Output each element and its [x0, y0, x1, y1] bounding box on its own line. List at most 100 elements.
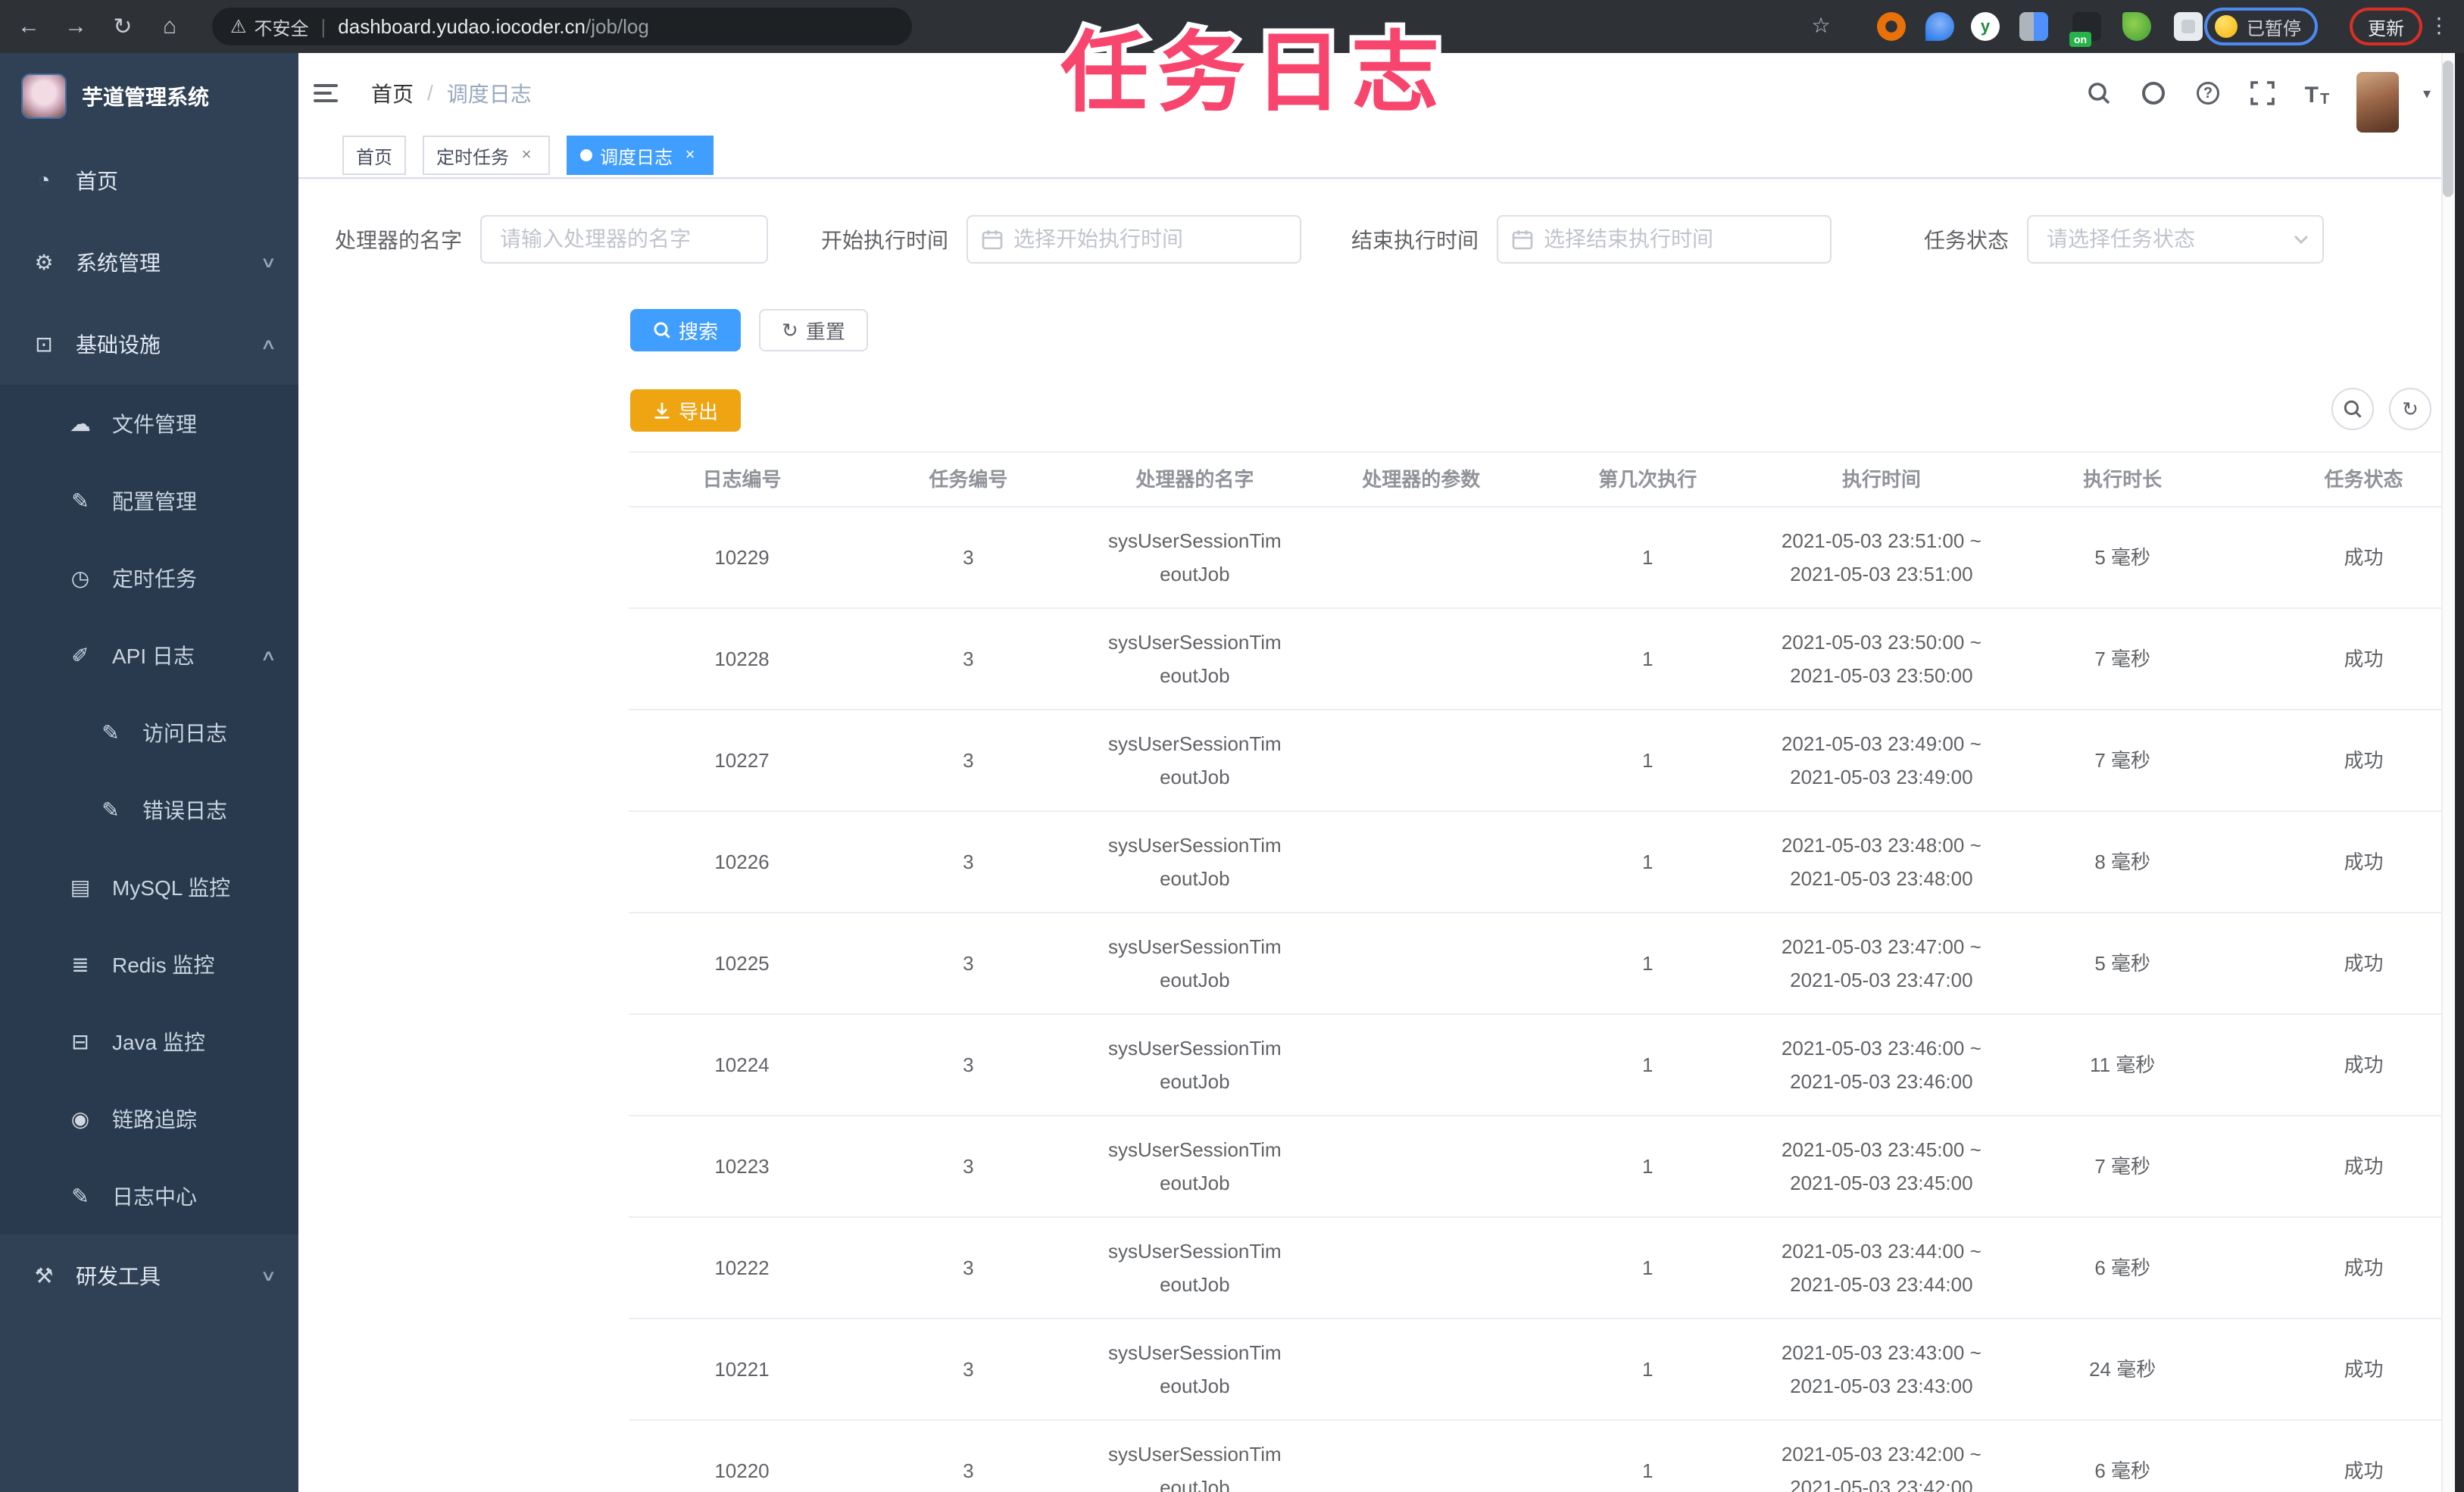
sidebar-item-tracing[interactable]: ◉ 链路追踪	[0, 1080, 298, 1157]
reload-icon[interactable]: ↻	[105, 8, 141, 45]
col-log-id: 日志编号	[702, 467, 782, 491]
sidebar-item-java-monitor[interactable]: ⊟ Java 监控	[0, 1003, 298, 1080]
extension-switch-icon[interactable]: on	[2069, 12, 2101, 47]
cell-job-id: 3	[963, 1459, 974, 1482]
scrollbar-thumb[interactable]	[2443, 61, 2453, 197]
cell-handler: sysUserSessionTim eoutJob	[1107, 1036, 1282, 1093]
job-status-select[interactable]	[2027, 215, 2324, 264]
cell-log-id: 10227	[714, 748, 770, 772]
cell-time: 2021-05-03 23:42:00 ~2021-05-03 23:42:00	[1781, 1442, 1982, 1492]
close-icon[interactable]: ×	[517, 145, 536, 165]
sidebar-item-access-log[interactable]: ✎ 访问日志	[0, 694, 298, 771]
sidebar-item-file-mgmt[interactable]: ☁ 文件管理	[0, 385, 298, 462]
sidebar-item-label: 文件管理	[112, 413, 198, 436]
cell-handler: sysUserSessionTim eoutJob	[1107, 935, 1282, 991]
table-row: 10225 3 sysUserSessionTim eoutJob 1 2021-…	[629, 913, 2464, 1015]
sidebar-item-error-log[interactable]: ✎ 错误日志	[0, 771, 298, 848]
cell-status: 成功	[2344, 1256, 2384, 1279]
cell-seq: 1	[1641, 647, 1654, 670]
clock-icon: ◷	[70, 566, 90, 590]
search-button[interactable]: 搜索	[630, 309, 742, 351]
sidebar-item-api-logs[interactable]: ✐ API 日志 ∧	[0, 616, 298, 694]
log-icon: ✎	[71, 1184, 89, 1208]
paused-label: 已暂停	[2247, 18, 2301, 39]
export-button[interactable]: 导出	[630, 389, 742, 432]
sidebar-item-log-center[interactable]: ✎ 日志中心	[0, 1157, 298, 1234]
active-tab-dot	[580, 149, 592, 161]
paused-badge[interactable]: 已暂停	[2204, 8, 2318, 45]
sidebar-item-label: 基础设施	[76, 333, 161, 357]
col-handler-name: 处理器的名字	[1135, 467, 1254, 491]
app-logo[interactable]: 芋道管理系统	[0, 53, 298, 139]
cell-status: 成功	[2344, 1154, 2384, 1178]
close-icon[interactable]: ×	[680, 145, 700, 165]
extension-orange-icon[interactable]	[1877, 12, 1906, 41]
sidebar-item-dev-tools[interactable]: ⚒ 研发工具 ∨	[0, 1234, 298, 1316]
edit-icon: ✎	[101, 720, 120, 744]
url-host: dashboard.yudao.iocoder.cn	[338, 14, 586, 38]
extensions-puzzle-icon[interactable]	[2174, 12, 2203, 41]
job-status-label: 任务状态	[1923, 229, 2009, 252]
extension-leaf-icon[interactable]	[2122, 12, 2151, 41]
eye-icon: ◉	[70, 1107, 90, 1131]
start-time-input[interactable]	[968, 217, 1300, 262]
cell-seq: 1	[1641, 545, 1654, 569]
table-icon: ▤	[70, 875, 91, 899]
sidebar-item-cron-jobs[interactable]: ◷ 定时任务	[0, 539, 298, 616]
job-status-select-input[interactable]	[2028, 217, 2322, 262]
security-chip[interactable]: ⚠ 不安全	[230, 14, 309, 40]
cell-time: 2021-05-03 23:48:00 ~2021-05-03 23:48:00	[1781, 833, 1982, 890]
cell-job-id: 3	[963, 1053, 974, 1076]
bookmark-star-icon[interactable]: ☆	[1806, 11, 1836, 41]
calendar-icon	[1512, 229, 1533, 250]
back-icon[interactable]: ←	[11, 8, 47, 45]
sidebar-item-mysql-monitor[interactable]: ▤ MySQL 监控	[0, 848, 298, 925]
kebab-menu-icon[interactable]: ⋮	[2428, 9, 2450, 42]
reset-button[interactable]: ↻ 重置	[759, 309, 868, 351]
search-icon[interactable]	[2084, 78, 2114, 108]
col-job-status: 任务状态	[2324, 467, 2403, 491]
extension-green-y-icon[interactable]: y	[1971, 12, 2000, 41]
tab-job-log[interactable]: 调度日志 ×	[567, 136, 714, 175]
avatar[interactable]	[2356, 72, 2399, 133]
sidebar-item-label: 系统管理	[76, 251, 161, 275]
extension-grid-icon[interactable]	[2019, 12, 2048, 41]
sidebar-item-infrastructure[interactable]: ⊡ 基础设施 ∧	[0, 303, 298, 385]
edit-icon: ✎	[71, 488, 89, 513]
chevron-up-icon: ∧	[260, 647, 277, 664]
extension-blue-drop-icon[interactable]	[1925, 12, 1954, 41]
cell-duration: 7 毫秒	[2094, 647, 2150, 670]
forward-icon[interactable]: →	[58, 8, 94, 45]
table-toolbar: 导出	[630, 389, 742, 432]
toggle-search-button[interactable]	[2331, 388, 2374, 430]
cell-handler: sysUserSessionTim eoutJob	[1107, 833, 1282, 890]
tab-home[interactable]: 首页	[342, 136, 406, 175]
breadcrumb-home[interactable]: 首页	[371, 78, 414, 108]
sidebar-item-redis-monitor[interactable]: ≣ Redis 监控	[0, 925, 298, 1003]
tab-label: 定时任务	[436, 147, 509, 168]
refresh-table-button[interactable]: ↻	[2389, 388, 2431, 430]
home-icon[interactable]: ⌂	[151, 8, 188, 45]
cell-status: 成功	[2344, 1459, 2384, 1482]
monitor-icon: ⊡	[35, 332, 53, 356]
fullscreen-icon[interactable]	[2247, 78, 2278, 108]
font-size-icon[interactable]: TT	[2302, 78, 2332, 108]
address-bar[interactable]: ⚠ 不安全 | dashboard.yudao.iocoder.cn/job/l…	[212, 8, 912, 45]
sidebar-item-config-mgmt[interactable]: ✎ 配置管理	[0, 462, 298, 539]
table-row: 10228 3 sysUserSessionTim eoutJob 1 2021-…	[629, 609, 2464, 710]
sidebar-item-home[interactable]: ◔ 首页	[0, 139, 298, 221]
tab-cron-jobs[interactable]: 定时任务 ×	[423, 136, 550, 175]
sidebar-toggle-icon[interactable]	[314, 78, 344, 108]
cell-handler: sysUserSessionTim eoutJob	[1107, 630, 1282, 687]
cell-status: 成功	[2344, 1053, 2384, 1076]
update-button[interactable]: 更新	[2350, 8, 2422, 45]
cell-log-id: 10225	[714, 951, 770, 975]
end-time-input[interactable]	[1498, 217, 1830, 262]
window-edge	[2455, 53, 2464, 1492]
caret-down-icon[interactable]: ▾	[2423, 84, 2431, 103]
cloud-upload-icon: ☁	[70, 411, 91, 435]
help-icon[interactable]: ?	[2193, 78, 2223, 108]
github-icon[interactable]	[2138, 78, 2169, 108]
sidebar-item-system-mgmt[interactable]: ⚙ 系统管理 ∨	[0, 221, 298, 303]
handler-name-input[interactable]	[482, 217, 767, 262]
